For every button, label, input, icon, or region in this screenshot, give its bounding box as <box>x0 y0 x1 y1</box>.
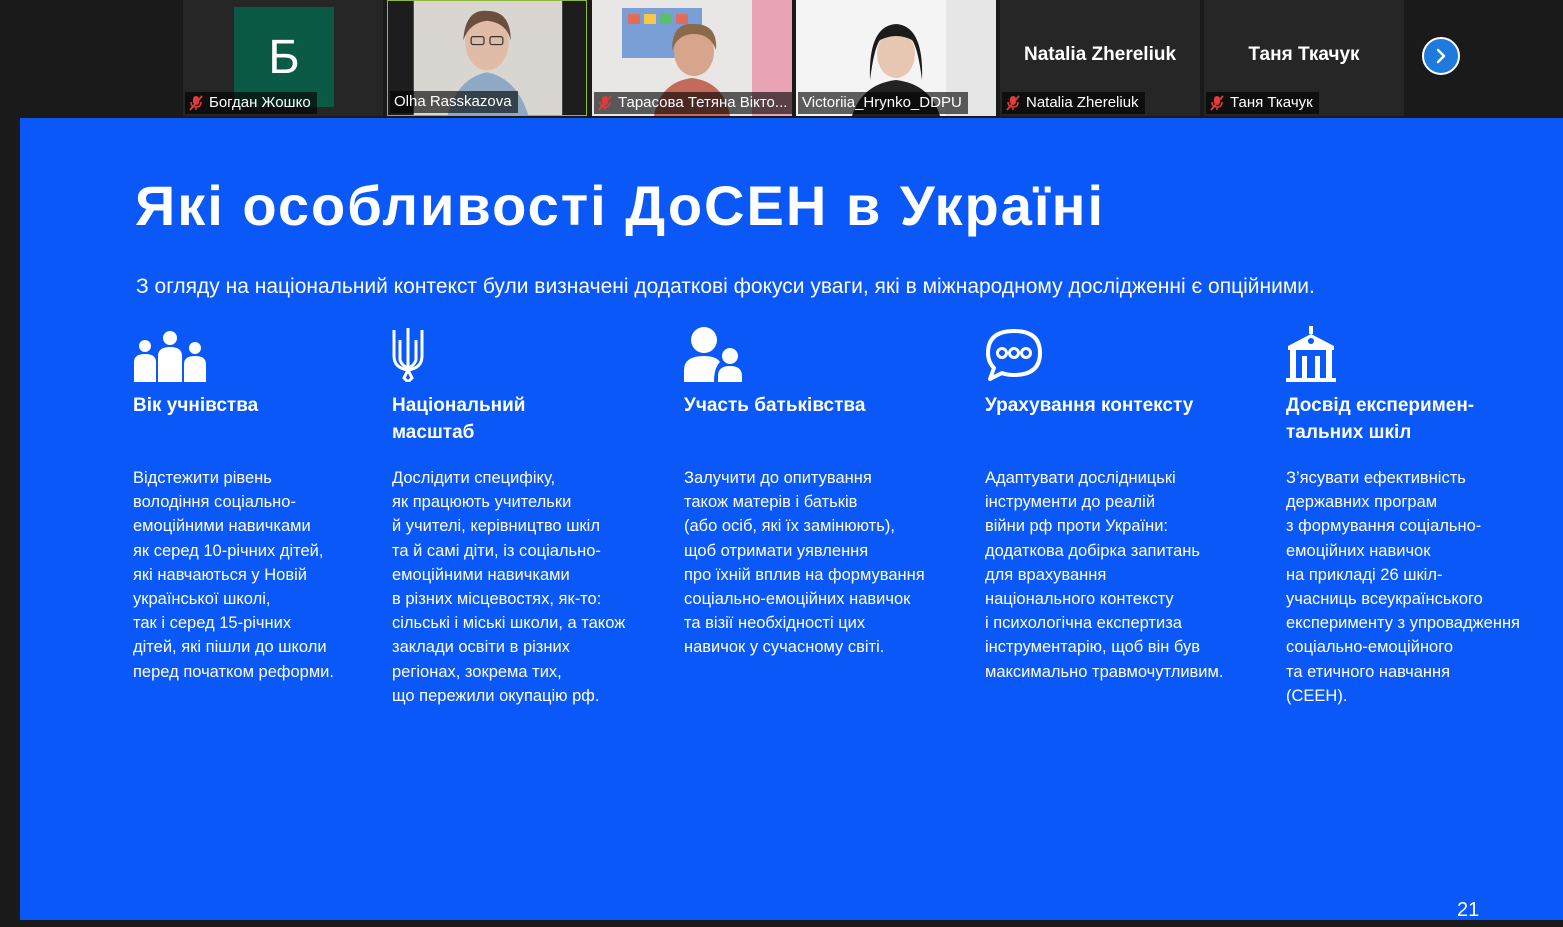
participant-tile[interactable]: Таня Ткачук Таня Ткачук <box>1204 0 1404 116</box>
participant-tile[interactable]: Тарасова Тетяна Вікто... <box>592 0 792 116</box>
column-heading: Вік учнівства <box>133 395 259 416</box>
slide-subtitle: З огляду на національний контекст були в… <box>136 275 1315 298</box>
school-building-icon <box>1286 326 1336 382</box>
focus-column-age: Вік учнівства Відстежити рівень володіння… <box>133 326 393 681</box>
people-group-icon <box>134 331 206 382</box>
column-text: З’ясувати ефективність державних програм з… <box>1286 469 1520 705</box>
chevron-right-icon <box>1436 48 1446 64</box>
column-text: Адаптувати дослідницькі інструменти до ре… <box>985 469 1224 681</box>
participant-name: Богдан Жошко <box>209 94 311 111</box>
column-text: Дослідити специфіку, як працюють учительк… <box>392 469 626 705</box>
participant-name-label: Olha Rasskazova <box>390 91 518 113</box>
slide-page-number: 21 <box>1457 899 1480 921</box>
focus-column-context: Урахування контексту Адаптувати дослідни… <box>985 326 1245 681</box>
participant-name-label: Victoriia_Hrynko_DDPU <box>798 92 968 114</box>
column-text: Відстежити рівень володіння соціально-емо… <box>133 469 334 681</box>
trident-icon <box>392 328 424 382</box>
parent-child-icon <box>684 327 742 382</box>
participant-name-label: Natalia Zhereliuk <box>1002 92 1145 114</box>
participant-display-name: Таня Ткачук <box>1248 44 1360 65</box>
shared-slide: Які особливості ДоСЕН в Україні З огляду… <box>20 118 1563 921</box>
participant-name: Victoriia_Hrynko_DDPU <box>802 94 962 111</box>
column-text: Залучити до опитування також матерів і ба… <box>684 469 925 657</box>
column-heading: Досвід експеримен-тальних шкіл <box>1286 395 1475 443</box>
participant-strip: Б Богдан Жошко Olha Rasskazova Тарасова … <box>183 0 1405 116</box>
participant-display-name: Natalia Zhereliuk <box>1023 44 1177 65</box>
mic-muted-icon <box>1210 95 1224 111</box>
next-participants-button[interactable] <box>1422 37 1460 75</box>
participant-tile[interactable]: Б Богдан Жошко <box>183 0 383 116</box>
mic-muted-icon <box>1006 95 1020 111</box>
participant-name-label: Таня Ткачук <box>1206 92 1319 114</box>
participant-tile[interactable]: Victoriia_Hrynko_DDPU <box>796 0 996 116</box>
participant-tile-active[interactable]: Olha Rasskazova <box>387 0 587 116</box>
participant-name: Natalia Zhereliuk <box>1026 94 1139 111</box>
participant-tile[interactable]: Natalia Zhereliuk Natalia Zhereliuk <box>1000 0 1200 116</box>
mic-muted-icon <box>189 95 203 111</box>
participant-name-label: Тарасова Тетяна Вікто... <box>594 92 792 114</box>
participant-name: Olha Rasskazova <box>394 93 512 110</box>
focus-column-national: Національний масштаб Дослідити специфіку,… <box>392 326 652 705</box>
participant-name: Таня Ткачук <box>1230 94 1313 111</box>
column-heading: Участь батьківства <box>684 395 866 416</box>
focus-column-schools: Досвід експеримен-тальних шкіл З’ясувати… <box>1286 326 1546 705</box>
participant-name: Тарасова Тетяна Вікто... <box>618 94 788 111</box>
slide-title: Які особливості ДоСЕН в Україні <box>135 174 1106 237</box>
chat-bubble-icon <box>986 329 1042 381</box>
column-heading: Урахування контексту <box>985 395 1194 416</box>
column-heading: Національний масштаб <box>392 395 526 443</box>
mic-muted-icon <box>598 95 612 111</box>
focus-column-parents: Участь батьківства Залучити до опитуванн… <box>684 326 944 656</box>
participant-name-label: Богдан Жошко <box>185 92 317 114</box>
